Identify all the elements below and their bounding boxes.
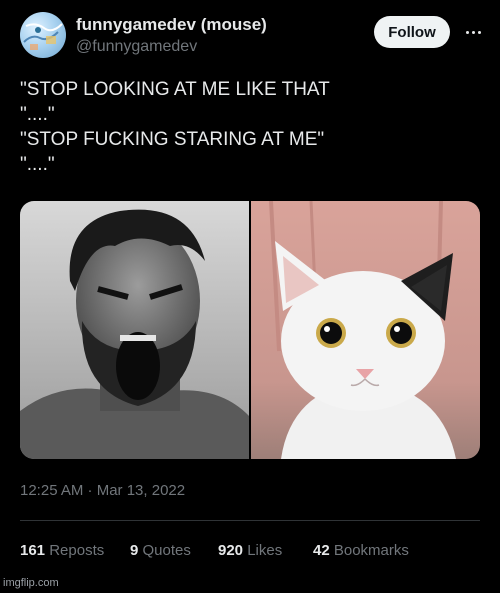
more-options-icon[interactable] [460,18,488,46]
stat-reposts[interactable]: 161 Reposts [20,542,104,559]
stat-label: Quotes [142,542,191,559]
divider [20,520,480,521]
tweet-line: "...." [20,104,55,125]
tweet-line: "STOP LOOKING AT ME LIKE THAT [20,79,330,100]
tweet-line: "STOP FUCKING STARING AT ME" [20,129,325,150]
stat-count: 920 [218,542,244,559]
author-avatar[interactable] [20,12,66,58]
screaming-man-photo[interactable] [20,201,249,459]
imgflip-watermark: imgflip.com [3,577,59,589]
author-handle[interactable]: @funnygamedev [76,38,197,56]
map-avatar-icon [23,23,63,50]
tweet-media[interactable] [20,201,480,459]
stat-count: 9 [130,542,139,559]
author-name[interactable]: funnygamedev (mouse) [76,15,267,35]
stat-count: 161 [20,542,46,559]
stat-bookmarks[interactable]: 42 Bookmarks [313,542,409,559]
stat-likes[interactable]: 920 Likes [218,542,282,559]
stat-label: Likes [247,542,283,559]
staring-cat-photo[interactable] [251,201,480,459]
tweet-timestamp[interactable]: 12:25 AM · Mar 13, 2022 [20,482,185,499]
tweet-header: funnygamedev (mouse) @funnygamedev Follo… [20,12,488,60]
stat-count: 42 [313,542,330,559]
stat-quotes[interactable]: 9 Quotes [130,542,191,559]
stat-label: Bookmarks [333,542,409,559]
follow-button[interactable]: Follow [374,16,450,48]
stat-label: Reposts [49,542,105,559]
tweet-line: "...." [20,154,55,175]
tweet-text: "STOP LOOKING AT ME LIKE THAT "...." "ST… [20,77,480,177]
